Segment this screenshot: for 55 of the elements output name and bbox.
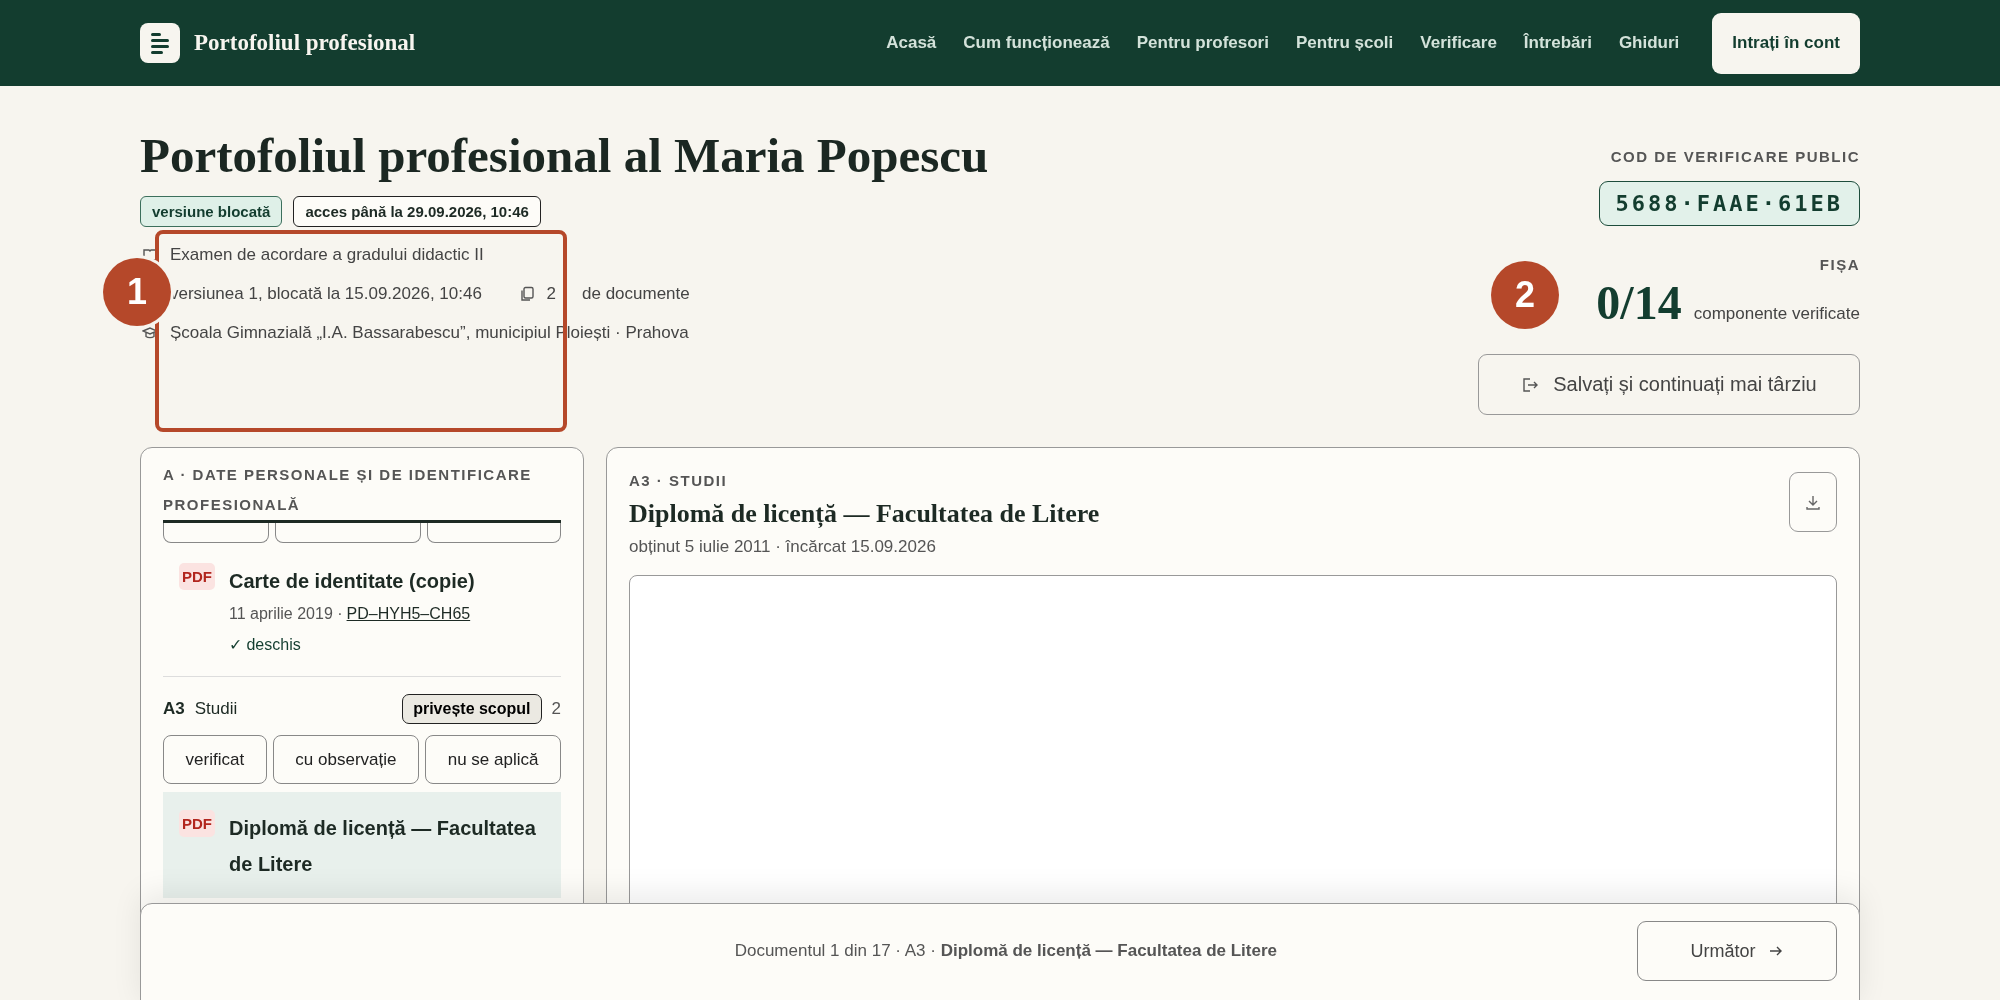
document-title: Carte de identitate (copie) [229, 569, 475, 594]
document-count-label: de documente [582, 283, 690, 304]
download-button[interactable] [1789, 472, 1837, 532]
document-position: Documentul 1 din 17 · A3 · Diplomă de licență — Facultatea de Litere [734, 941, 1277, 961]
nav-link[interactable]: Ghiduri [1618, 33, 1680, 53]
version-info: versiunea 1, blocată la 15.09.2026, 10:46 [170, 283, 482, 304]
section-label: A3 · STUDII [629, 472, 729, 489]
copy-icon [518, 285, 535, 302]
document-date: 11 aprilie 2019 · [229, 605, 343, 623]
nav-link[interactable]: Întrebări [1523, 33, 1592, 53]
page-title: Portofoliul profesional al Maria Popescu [140, 127, 989, 185]
file-type-badge: PDF [179, 810, 215, 837]
login-button[interactable]: Intrați în cont [1712, 12, 1860, 74]
document-dates: obținut 5 iulie 2011 · încărcat 15.09.2026 [629, 537, 937, 557]
status-button[interactable]: verificat [163, 735, 267, 784]
callout-marker: 1 [103, 258, 171, 326]
group-code: A3 [163, 699, 185, 719]
status-button[interactable]: cu observație [272, 735, 420, 784]
exit-icon [1521, 375, 1540, 394]
document-count: 2 [546, 283, 556, 304]
callout-marker: 2 [1491, 261, 1559, 329]
document-title: Diplomă de licență — Facultatea de Litere [229, 816, 537, 877]
nav-link[interactable]: Pentru profesori [1136, 33, 1269, 53]
document-code-link[interactable]: PD–HYH5–CH65 [346, 605, 471, 623]
document-item[interactable]: PDF Diplomă de licență — Facultatea de Litere [163, 792, 561, 898]
status-button[interactable] [274, 523, 422, 543]
status-button[interactable] [427, 523, 561, 543]
file-type-badge: PDF [179, 563, 215, 590]
sheet-label: FIȘA [1819, 256, 1860, 273]
exam-name: Examen de acordare a gradului didactic II [170, 244, 484, 265]
section-heading: A · DATE PERSONALE ȘI DE IDENTIFICARE PROFESIONALĂ [163, 465, 533, 515]
download-icon [1804, 493, 1822, 511]
status-badge: versiune blocată [140, 196, 283, 227]
document-logo-icon [140, 23, 180, 63]
score-label: componente verificate [1693, 304, 1860, 324]
nav-link[interactable]: Acasă [886, 33, 937, 53]
status-button[interactable]: nu se aplică [425, 735, 561, 784]
verification-code: 5688·FAAE·61EB [1598, 181, 1860, 226]
next-button[interactable]: Următor [1637, 921, 1837, 981]
status-badge: acces până la 29.09.2026, 10:46 [293, 196, 541, 227]
nav-link[interactable]: Cum funcționează [963, 33, 1110, 53]
group-count: 2 [551, 699, 561, 719]
document-item[interactable]: PDF Carte de identitate (copie) 11 aprilie 2019 · PD–HYH5–CH65 ✓ deschis [163, 545, 561, 670]
status-button[interactable] [163, 523, 269, 543]
brand-name[interactable]: Portofoliul profesional [194, 30, 416, 56]
verification-code-label: COD DE VERIFICARE PUBLIC [1610, 148, 1860, 165]
verified-score: 0/14 [1596, 275, 1682, 330]
nav-link[interactable]: Verificare [1420, 33, 1497, 53]
group-name: Studii [194, 699, 239, 719]
scope-button[interactable]: privește scopul [402, 694, 542, 724]
document-status: ✓ deschis [229, 635, 302, 654]
graduation-cap-icon [142, 324, 158, 341]
save-button[interactable]: Salvați și continuați mai târziu [1478, 354, 1860, 415]
document-heading: Diplomă de licență — Facultatea de Litere [629, 499, 1100, 529]
nav-link[interactable]: Pentru școli [1295, 33, 1394, 53]
